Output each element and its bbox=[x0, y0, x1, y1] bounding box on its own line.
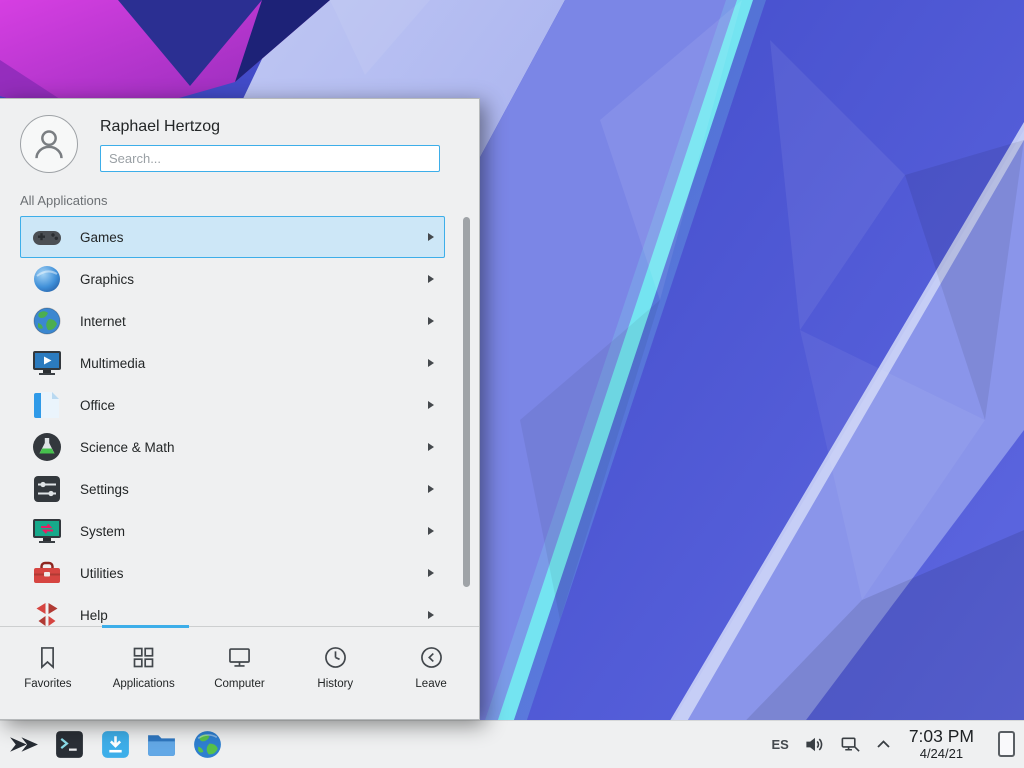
system-tray: ES 7:03 PM 4/24/21 bbox=[771, 727, 1024, 761]
user-avatar[interactable] bbox=[20, 115, 78, 173]
category-label: Help bbox=[80, 608, 108, 623]
paint-orb-icon bbox=[31, 263, 63, 295]
category-label: Science & Math bbox=[80, 440, 175, 455]
category-label: Multimedia bbox=[80, 356, 145, 371]
leave-icon bbox=[418, 644, 445, 671]
category-graphics[interactable]: Graphics bbox=[20, 258, 445, 300]
tab-computer[interactable]: Computer bbox=[192, 627, 288, 719]
show-desktop-button[interactable] bbox=[998, 731, 1015, 757]
clock-time: 7:03 PM bbox=[909, 727, 974, 747]
category-label: Office bbox=[80, 398, 115, 413]
app-category-list: Games Graphics Internet bbox=[0, 213, 479, 626]
category-label: Games bbox=[80, 230, 124, 245]
submenu-arrow-icon bbox=[428, 275, 434, 283]
launcher-header: Raphael Hertzog bbox=[0, 99, 479, 183]
search-input[interactable] bbox=[100, 145, 440, 172]
tab-label: Applications bbox=[113, 678, 175, 690]
desktop: Raphael Hertzog All Applications Games G… bbox=[0, 0, 1024, 768]
help-icon bbox=[31, 599, 63, 626]
category-internet[interactable]: Internet bbox=[20, 300, 445, 342]
terminal-icon[interactable] bbox=[53, 728, 86, 761]
submenu-arrow-icon bbox=[428, 527, 434, 535]
bookmark-icon bbox=[34, 644, 61, 671]
tab-leave[interactable]: Leave bbox=[383, 627, 479, 719]
volume-icon[interactable] bbox=[804, 734, 825, 755]
clock-date: 4/24/21 bbox=[909, 747, 974, 762]
keyboard-layout-indicator[interactable]: ES bbox=[771, 737, 788, 752]
computer-icon bbox=[226, 644, 253, 671]
tab-label: History bbox=[317, 678, 353, 690]
submenu-arrow-icon bbox=[428, 443, 434, 451]
category-help[interactable]: Help bbox=[20, 594, 445, 626]
web-browser-icon[interactable] bbox=[191, 728, 224, 761]
network-icon[interactable] bbox=[840, 734, 861, 755]
user-name: Raphael Hertzog bbox=[100, 118, 440, 136]
digital-clock[interactable]: 7:03 PM 4/24/21 bbox=[909, 727, 974, 761]
tab-history[interactable]: History bbox=[287, 627, 383, 719]
launcher-footer-tabs: Favorites Applications Computer History bbox=[0, 626, 479, 719]
file-manager-icon[interactable] bbox=[145, 728, 178, 761]
tab-label: Favorites bbox=[24, 678, 71, 690]
expand-tray-icon[interactable] bbox=[876, 739, 891, 749]
category-label: System bbox=[80, 524, 125, 539]
toolbox-icon bbox=[31, 557, 63, 589]
active-tab-indicator bbox=[102, 625, 189, 628]
document-icon bbox=[31, 389, 63, 421]
flask-icon bbox=[31, 431, 63, 463]
globe-icon bbox=[31, 305, 63, 337]
submenu-arrow-icon bbox=[428, 485, 434, 493]
media-monitor-icon bbox=[31, 347, 63, 379]
tab-label: Computer bbox=[214, 678, 265, 690]
category-system[interactable]: System bbox=[20, 510, 445, 552]
category-settings[interactable]: Settings bbox=[20, 468, 445, 510]
submenu-arrow-icon bbox=[428, 611, 434, 619]
category-label: Graphics bbox=[80, 272, 134, 287]
software-center-icon[interactable] bbox=[99, 728, 132, 761]
system-monitor-icon bbox=[31, 515, 63, 547]
tab-applications[interactable]: Applications bbox=[96, 627, 192, 719]
category-multimedia[interactable]: Multimedia bbox=[20, 342, 445, 384]
app-grid-icon bbox=[130, 644, 157, 671]
category-label: Internet bbox=[80, 314, 126, 329]
list-scrollbar[interactable] bbox=[463, 217, 470, 587]
tab-favorites[interactable]: Favorites bbox=[0, 627, 96, 719]
taskbar-launchers bbox=[0, 728, 224, 761]
category-science-math[interactable]: Science & Math bbox=[20, 426, 445, 468]
kali-menu-icon[interactable] bbox=[7, 728, 40, 761]
taskbar: ES 7:03 PM 4/24/21 bbox=[0, 720, 1024, 768]
sliders-icon bbox=[31, 473, 63, 505]
submenu-arrow-icon bbox=[428, 317, 434, 325]
category-games[interactable]: Games bbox=[20, 216, 445, 258]
category-utilities[interactable]: Utilities bbox=[20, 552, 445, 594]
submenu-arrow-icon bbox=[428, 569, 434, 577]
submenu-arrow-icon bbox=[428, 233, 434, 241]
category-label: Utilities bbox=[80, 566, 124, 581]
gamepad-icon bbox=[31, 221, 63, 253]
submenu-arrow-icon bbox=[428, 401, 434, 409]
application-launcher: Raphael Hertzog All Applications Games G… bbox=[0, 98, 480, 720]
clock-icon bbox=[322, 644, 349, 671]
tab-label: Leave bbox=[415, 678, 446, 690]
submenu-arrow-icon bbox=[428, 359, 434, 367]
user-icon bbox=[29, 124, 69, 164]
category-label: Settings bbox=[80, 482, 129, 497]
category-office[interactable]: Office bbox=[20, 384, 445, 426]
section-label-all-applications: All Applications bbox=[0, 183, 479, 213]
